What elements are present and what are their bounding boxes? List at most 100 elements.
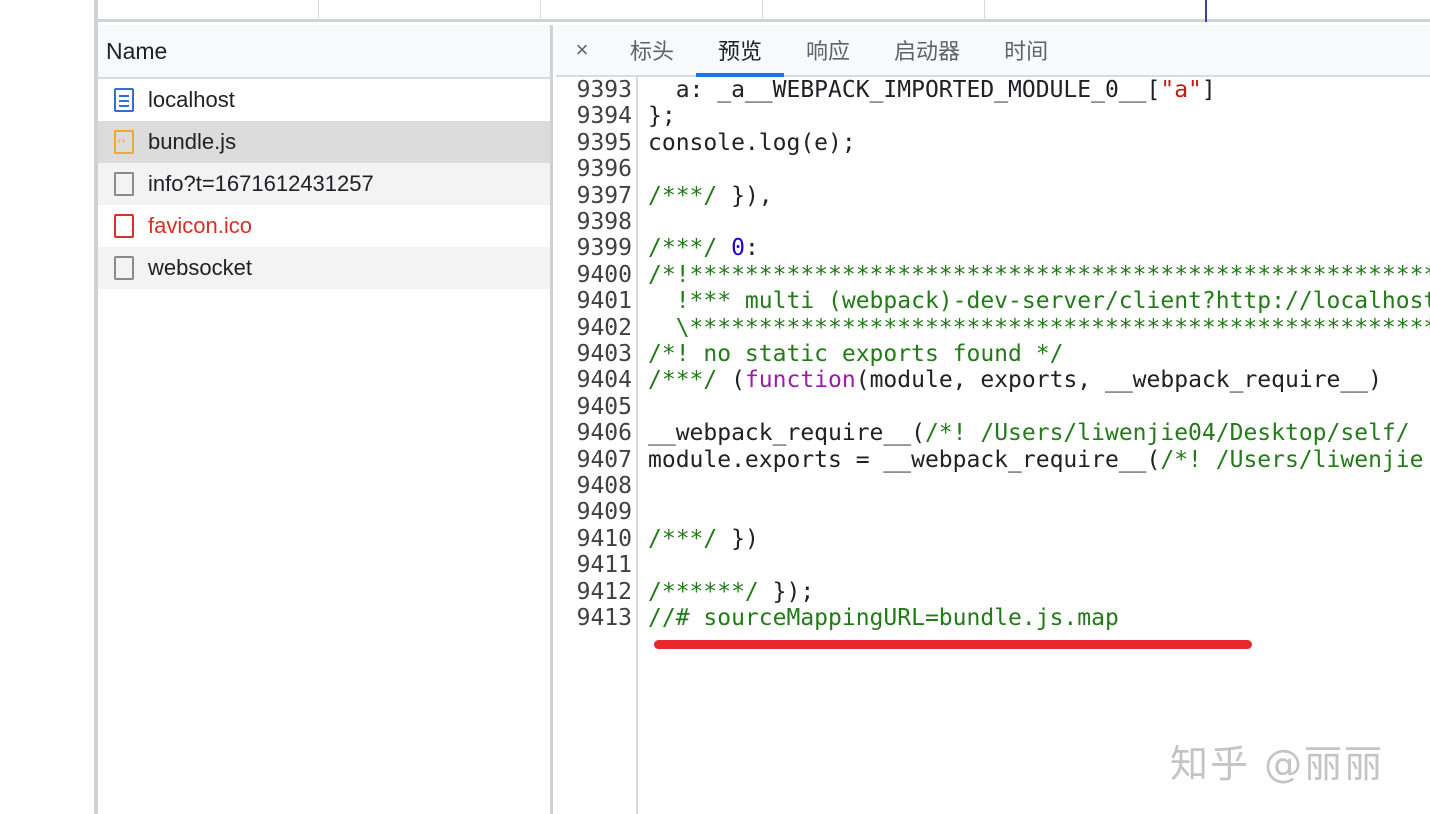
code-token: :: [744, 235, 759, 262]
line-source: /***/ }),: [648, 183, 773, 209]
detail-tabs: 标头 预览 响应 启动器 时间: [608, 25, 1070, 77]
code-line: 9397 /***/ }),: [556, 183, 1430, 209]
line-source: /***/ }): [648, 526, 759, 552]
line-number: 9405: [576, 393, 632, 420]
line-number: 9393: [576, 77, 632, 103]
line-source: module.exports = __webpack_require__(/*!…: [648, 447, 1423, 473]
request-row[interactable]: info?t=1671612431257: [98, 163, 550, 205]
code-token: /******/: [648, 578, 759, 605]
code-token: function: [744, 367, 856, 394]
line-source: a: _a__WEBPACK_IMPORTED_MODULE_0__["a"]: [648, 77, 1216, 103]
line-number: 9409: [576, 499, 632, 526]
request-row[interactable]: localhost: [98, 79, 550, 121]
line-source: console.log(e);: [648, 130, 856, 156]
request-name: favicon.ico: [148, 213, 252, 238]
code-token: 0: [731, 235, 745, 262]
red-highlight-underline: [654, 640, 1252, 649]
line-number: 9401: [576, 288, 632, 315]
code-line: 9393 a: _a__WEBPACK_IMPORTED_MODULE_0__[…: [556, 77, 1430, 103]
script-file-icon: [114, 130, 134, 154]
code-token: /*!*************************************…: [648, 261, 1430, 288]
line-number: 9407: [576, 446, 632, 473]
request-name: localhost: [148, 87, 235, 112]
request-row[interactable]: bundle.js: [98, 121, 550, 163]
code-line: 9407 module.exports = __webpack_require__…: [556, 447, 1430, 473]
code-line: 9410 /***/ }): [556, 526, 1430, 552]
line-source: __webpack_require__(/*! /Users/liwenjie0…: [648, 420, 1410, 446]
line-number: 9404: [576, 367, 632, 394]
code-token: }): [717, 525, 759, 552]
code-token: ]: [1201, 77, 1216, 103]
line-number: 9399: [576, 235, 632, 262]
code-token: });: [758, 578, 815, 605]
code-token: a: _a__WEBPACK_IMPORTED_MODULE_0__[: [648, 77, 1161, 103]
code-line: 9413 //# sourceMappingURL=bundle.js.map: [556, 605, 1430, 631]
close-icon[interactable]: ×: [556, 25, 608, 75]
code-line: 9405: [556, 394, 1430, 420]
code-token: module.exports = __webpack_require__(: [648, 446, 1161, 473]
request-row[interactable]: websocket: [98, 247, 550, 289]
name-column-header[interactable]: Name: [98, 25, 550, 79]
code-token: /*! no static exports found */: [648, 341, 1064, 367]
line-number: 9398: [576, 209, 632, 235]
tab-1[interactable]: 预览: [696, 25, 785, 77]
code-token: /***/: [648, 367, 718, 394]
code-line: 9399 /***/ 0:: [556, 235, 1430, 261]
code-line: 9411: [556, 552, 1430, 578]
line-number: 9395: [576, 129, 632, 156]
code-token: }),: [717, 182, 773, 209]
tab-3[interactable]: 启动器: [872, 25, 982, 75]
network-timeline[interactable]: [98, 0, 1430, 22]
line-number: 9403: [576, 341, 632, 367]
tab-0[interactable]: 标头: [608, 25, 696, 75]
code-token: /***/: [648, 235, 718, 262]
line-number: 9408: [576, 473, 632, 499]
code-line: 9409: [556, 499, 1430, 525]
line-source: !*** multi (webpack)-dev-server/client?h…: [648, 288, 1430, 314]
code-line: 9394};: [556, 103, 1430, 129]
code-token: __webpack_require__(: [648, 420, 925, 447]
line-source: /*!*************************************…: [648, 262, 1430, 288]
code-token: "a": [1160, 77, 1202, 103]
document-icon: [114, 88, 134, 112]
code-token: console.log(e);: [648, 129, 856, 156]
line-source: /***/ (function(module, exports, __webpa…: [648, 367, 1382, 393]
code-line: 9403 /*! no static exports found */: [556, 341, 1430, 367]
line-number: 9406: [576, 420, 632, 447]
request-row[interactable]: favicon.ico: [98, 205, 550, 247]
line-source: \***************************************…: [648, 315, 1430, 341]
timeline-tick: [762, 0, 763, 22]
code-line: 9406 __webpack_require__(/*! /Users/liwen…: [556, 420, 1430, 446]
code-line: 9402 \**********************************…: [556, 315, 1430, 341]
watermark-text: 知乎 @丽丽: [1170, 742, 1385, 786]
line-number: 9402: [576, 314, 632, 341]
line-number: 9394: [576, 103, 632, 130]
code-token: /***/: [648, 182, 718, 209]
code-line: 9404 /***/ (function(module, exports, __w…: [556, 367, 1430, 393]
code-line: 9408: [556, 473, 1430, 499]
line-number: 9397: [576, 182, 632, 209]
line-number: 9411: [576, 552, 632, 579]
code-token: (module, exports, __webpack_require__): [855, 367, 1382, 394]
line-number: 9413: [576, 605, 632, 631]
line-number: 9410: [576, 525, 632, 552]
page-left-margin: [0, 0, 94, 814]
line-source: };: [648, 103, 676, 129]
timeline-tick: [318, 0, 319, 22]
request-list: localhost bundle.js info?t=1671612431257 fa…: [98, 79, 550, 289]
tab-4[interactable]: 时间: [982, 25, 1070, 75]
timeline-tick: [540, 0, 541, 22]
line-source: //# sourceMappingURL=bundle.js.map: [648, 605, 1119, 631]
tab-2[interactable]: 响应: [784, 25, 872, 75]
file-icon: [114, 172, 134, 196]
request-detail-panel: × 标头 预览 响应 启动器 时间 9393 a: _a__WEBPACK_IMPORT…: [556, 25, 1430, 814]
detail-tabbar: × 标头 预览 响应 启动器 时间: [556, 25, 1430, 77]
code-token: !*** multi (webpack)-dev-server/client?h…: [648, 288, 1430, 315]
code-token: /***/: [648, 525, 718, 552]
line-number: 9396: [576, 156, 632, 183]
code-token: /*! /Users/liwenjie: [1160, 446, 1424, 473]
code-token: };: [648, 103, 676, 130]
request-list-panel: Name localhost bundle.js info?t=1671612431…: [98, 25, 553, 814]
preview-code-view[interactable]: 9393 a: _a__WEBPACK_IMPORTED_MODULE_0__[…: [556, 77, 1430, 814]
